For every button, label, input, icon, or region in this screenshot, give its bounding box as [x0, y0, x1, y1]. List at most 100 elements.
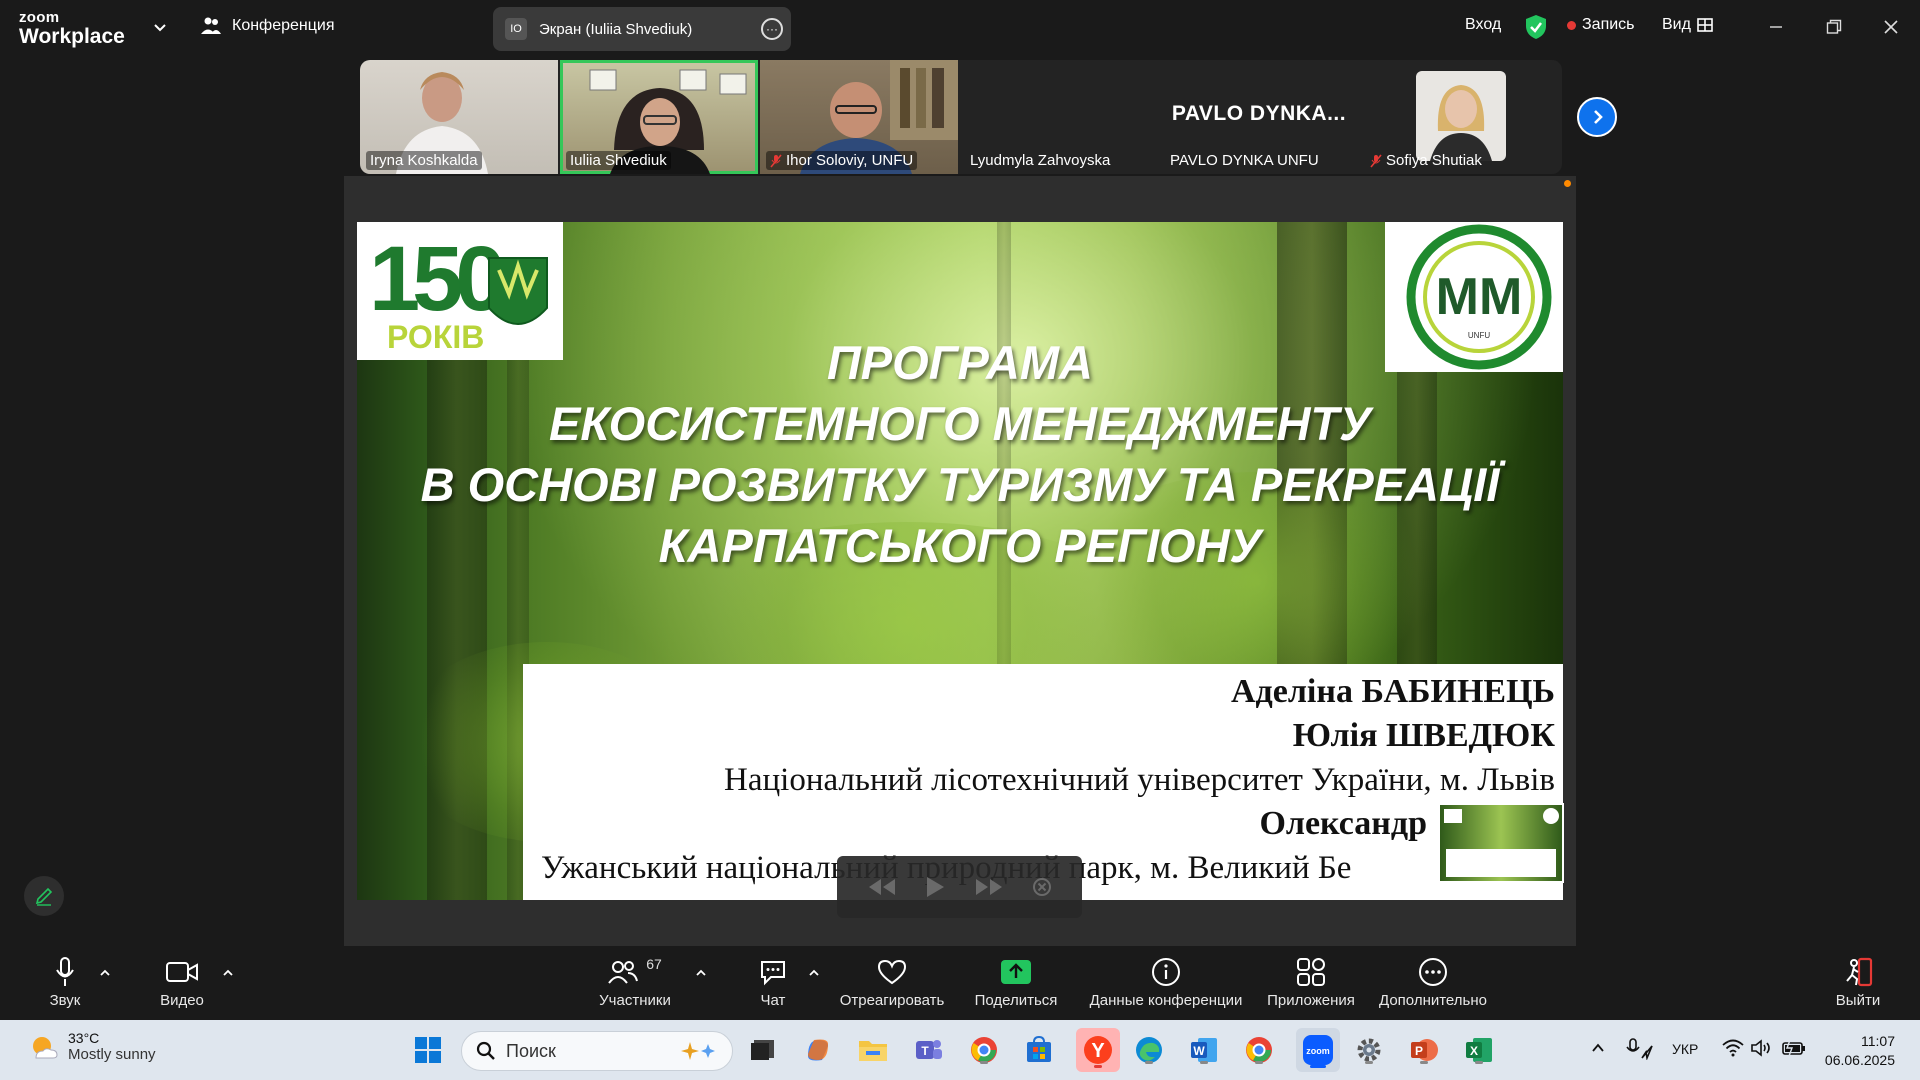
play-icon[interactable]: [925, 876, 945, 898]
video-camera-icon: [166, 962, 198, 982]
chrome-icon[interactable]: [966, 1032, 1002, 1068]
word-icon[interactable]: W: [1186, 1032, 1222, 1068]
close-icon[interactable]: [1876, 12, 1906, 42]
screen-share-pill[interactable]: IO Экран (Iuliia Shvediuk) ···: [493, 7, 791, 51]
store-icon[interactable]: [1021, 1032, 1057, 1068]
participant-name: PAVLO DYNKA UNFU: [1170, 152, 1319, 169]
heart-icon: [877, 959, 907, 985]
participant-name: Iuliia Shvediuk: [566, 151, 671, 170]
weather-widget[interactable]: 33°C Mostly sunny: [28, 1030, 156, 1063]
rewind-icon[interactable]: [867, 878, 897, 896]
yandex-browser-icon[interactable]: Y: [1076, 1028, 1120, 1072]
clock-time: 11:07: [1861, 1033, 1895, 1049]
more-dots-icon: [1419, 958, 1447, 986]
participant-avatar: [1416, 71, 1506, 161]
minimize-icon[interactable]: [1761, 12, 1791, 42]
mic-muted-icon: [770, 153, 782, 168]
close-player-icon[interactable]: [1032, 877, 1052, 897]
participant-display-name: PAVLO DYNKA...: [1171, 102, 1347, 125]
apps-icon: [1297, 958, 1325, 986]
edge-icon[interactable]: [1131, 1032, 1167, 1068]
video-label: Видео: [160, 992, 204, 1009]
view-button[interactable]: Вид: [1662, 16, 1713, 34]
author-name: Юлія ШВЕДЮК: [1292, 717, 1555, 754]
file-explorer-icon[interactable]: [855, 1032, 891, 1068]
fast-forward-icon[interactable]: [974, 878, 1004, 896]
mic-location-tray-icon[interactable]: [1626, 1038, 1654, 1063]
conference-menu[interactable]: Конференция: [200, 16, 335, 36]
video-button[interactable]: Видео: [102, 954, 262, 1009]
security-shield-icon[interactable]: [1525, 14, 1547, 40]
more-button[interactable]: Дополнительно: [1353, 954, 1513, 1009]
slide-title-line: ЕКОСИСТЕМНОГО МЕНЕДЖМЕНТУ: [549, 397, 1371, 450]
participant-tile[interactable]: Ihor Soloviy, UNFU: [760, 60, 958, 174]
leave-icon: [1846, 957, 1873, 987]
share-button[interactable]: Поделиться: [936, 954, 1096, 1009]
battery-icon[interactable]: [1782, 1039, 1806, 1060]
task-view-icon[interactable]: [745, 1032, 781, 1068]
participant-tile[interactable]: PAVLO DYNKA... PAVLO DYNKA UNFU: [1160, 60, 1358, 174]
leave-button[interactable]: Выйти: [1778, 954, 1920, 1009]
svg-text:Y: Y: [1091, 1040, 1105, 1062]
taskbar-clock[interactable]: 11:07 06.06.2025: [1815, 1032, 1895, 1070]
audio-label: Звук: [49, 992, 81, 1009]
slide-thumbnail-preview[interactable]: [1438, 803, 1564, 883]
svg-text:T: T: [921, 1044, 929, 1058]
wifi-icon[interactable]: [1722, 1039, 1744, 1060]
video-options-caret-icon[interactable]: [221, 966, 235, 980]
slide-title-line: ПРОГРАМА: [827, 336, 1093, 389]
apps-label: Приложения: [1267, 992, 1355, 1009]
zoom-logo[interactable]: zoom Workplace: [19, 10, 125, 47]
participants-button[interactable]: 67 Участники: [555, 954, 715, 1009]
sun-cloud-icon: [33, 1036, 58, 1058]
record-label: Запись: [1582, 16, 1635, 33]
share-screen-icon: [1001, 960, 1031, 984]
signin-button[interactable]: Вход: [1465, 16, 1501, 34]
participant-tile[interactable]: Sofiya Shutiak: [1360, 60, 1558, 174]
participant-tile[interactable]: Lyudmyla Zahvoyska: [960, 60, 1158, 174]
record-button[interactable]: Запись: [1567, 16, 1635, 34]
participant-tile[interactable]: Iryna Koshkalda: [360, 60, 558, 174]
svg-text:zoom: zoom: [1306, 1046, 1330, 1056]
clock-date: 06.06.2025: [1824, 1052, 1895, 1068]
more-options-icon[interactable]: ···: [761, 18, 783, 40]
share-indicator-dot: [1564, 180, 1571, 187]
author-name: Олександр: [1259, 805, 1427, 842]
presentation-controls: [837, 856, 1082, 918]
signin-label: Вход: [1465, 16, 1502, 33]
logo-150-number: 150: [369, 228, 503, 330]
zoom-app-icon[interactable]: zoom: [1296, 1028, 1340, 1072]
chat-label: Чат: [760, 992, 786, 1009]
grid-view-icon: [1697, 18, 1713, 32]
taskbar-search[interactable]: Поиск: [461, 1031, 733, 1071]
copilot-icon[interactable]: [800, 1032, 836, 1068]
powerpoint-icon[interactable]: P: [1406, 1032, 1442, 1068]
teams-icon[interactable]: T: [911, 1032, 947, 1068]
participants-label: Участники: [599, 992, 671, 1009]
react-label: Отреагировать: [839, 992, 945, 1009]
input-language[interactable]: УКР: [1672, 1041, 1698, 1057]
chevron-down-icon[interactable]: [151, 18, 169, 36]
tray-overflow-icon[interactable]: [1590, 1040, 1606, 1059]
weather-desc: Mostly sunny: [68, 1046, 156, 1063]
participant-name: Lyudmyla Zahvoyska: [970, 152, 1111, 169]
svg-text:P: P: [1415, 1044, 1423, 1058]
volume-icon[interactable]: [1750, 1039, 1772, 1060]
next-participants-button[interactable]: [1577, 97, 1617, 137]
microphone-icon: [56, 957, 74, 986]
restore-icon[interactable]: [1819, 12, 1849, 42]
annotate-pen-button[interactable]: [24, 876, 64, 916]
search-icon: [476, 1041, 495, 1060]
start-button[interactable]: [410, 1032, 446, 1068]
logo-zoom: zoom: [19, 9, 60, 26]
participant-tile-active-speaker[interactable]: Iuliia Shvediuk: [560, 60, 758, 174]
settings-icon[interactable]: [1351, 1032, 1387, 1068]
conference-label: Конференция: [232, 17, 335, 34]
participant-name: Sofiya Shutiak: [1366, 151, 1486, 170]
svg-text:X: X: [1470, 1044, 1478, 1058]
windows-taskbar: 33°C Mostly sunny Поиск T Y W zoom P X У…: [0, 1020, 1920, 1080]
meeting-info-button[interactable]: Данные конференции: [1086, 954, 1246, 1009]
chrome-profile-icon[interactable]: [1241, 1032, 1277, 1068]
excel-icon[interactable]: X: [1461, 1032, 1497, 1068]
view-label: Вид: [1662, 16, 1691, 33]
